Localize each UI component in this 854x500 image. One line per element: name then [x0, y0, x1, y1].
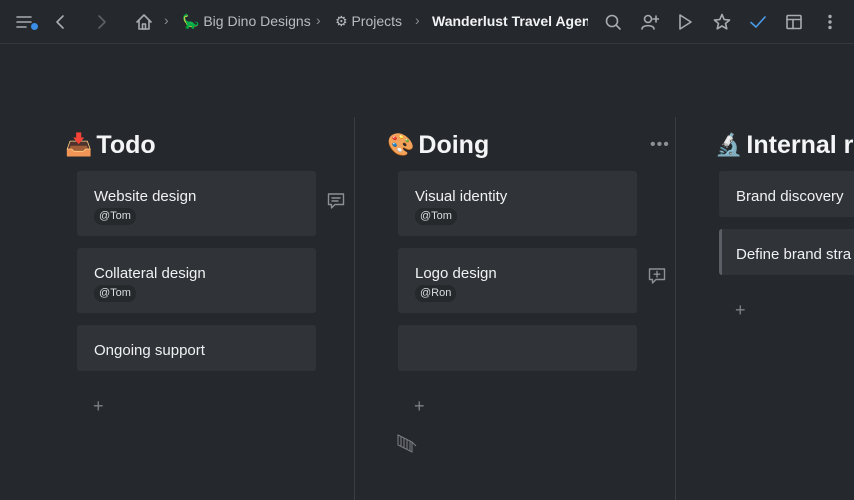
more-vertical-icon[interactable] [818, 10, 842, 34]
breadcrumb-workspace[interactable]: 🦕 Big Dino Designs [182, 13, 311, 30]
card-logo-design[interactable]: Logo design @Ron [398, 248, 637, 313]
card-collateral-design[interactable]: Collateral design @Tom [77, 248, 316, 313]
column-title-label: Doing [418, 131, 490, 159]
card-title: Collateral design [94, 265, 206, 282]
star-icon[interactable] [710, 10, 734, 34]
gear-icon: ⚙ [335, 13, 348, 29]
column-title-todo[interactable]: 📥 Todo [65, 131, 156, 160]
add-comment-icon[interactable] [647, 266, 667, 291]
column-title-doing[interactable]: 🎨 Doing [387, 131, 489, 160]
drag-ghost-icon [397, 434, 417, 453]
microscope-icon: 🔬 [715, 133, 743, 158]
add-card-button[interactable]: + [735, 301, 746, 319]
breadcrumb-label: Wanderlust Travel Agency [432, 13, 588, 29]
home-icon[interactable] [132, 10, 156, 34]
card-visual-identity[interactable]: Visual identity @Tom [398, 171, 637, 236]
card-website-design[interactable]: Website design @Tom [77, 171, 316, 236]
assignee-tag[interactable]: @Tom [94, 208, 136, 225]
search-icon[interactable] [601, 10, 625, 34]
column-title-internal[interactable]: 🔬 Internal r [715, 131, 853, 160]
notification-dot [31, 23, 38, 30]
assignee-tag[interactable]: @Tom [94, 285, 136, 302]
inbox-icon: 📥 [65, 133, 93, 158]
card-brand-discovery[interactable]: Brand discovery [719, 171, 854, 217]
breadcrumb-projects[interactable]: ⚙ Projects [335, 13, 402, 30]
card-title: Ongoing support [94, 342, 205, 359]
breadcrumb-separator: › [415, 12, 420, 28]
card-title: Logo design [415, 265, 497, 282]
card-define-brand-strategy[interactable]: Define brand stra [719, 229, 854, 275]
layout-icon[interactable] [782, 10, 806, 34]
column-title-label: Todo [96, 131, 156, 159]
check-icon[interactable] [746, 10, 770, 34]
palette-icon: 🎨 [387, 133, 415, 158]
column-options-icon[interactable]: ••• [650, 136, 670, 154]
kanban-board: 📥 Todo Website design @Tom Collateral de… [0, 45, 854, 500]
card-empty[interactable] [398, 325, 637, 371]
breadcrumb-label: Big Dino Designs [203, 13, 311, 29]
add-card-button[interactable]: + [414, 397, 425, 415]
add-card-button[interactable]: + [93, 397, 104, 415]
chevron-right-icon[interactable] [89, 10, 113, 34]
column-title-label: Internal r [746, 131, 854, 159]
add-user-icon[interactable] [638, 10, 662, 34]
breadcrumb-separator: › [164, 12, 169, 28]
assignee-tag[interactable]: @Ron [415, 285, 457, 302]
selection-indicator [719, 229, 722, 275]
breadcrumb-label: Projects [351, 13, 403, 29]
assignee-tag[interactable]: @Tom [415, 208, 457, 225]
card-title: Brand discovery [736, 188, 844, 205]
top-toolbar: › 🦕 Big Dino Designs › ⚙ Projects › Wand… [0, 0, 854, 44]
dino-icon: 🦕 [182, 13, 200, 29]
comment-icon[interactable] [326, 191, 346, 216]
play-icon[interactable] [673, 10, 697, 34]
breadcrumb-separator: › [316, 12, 321, 28]
column-divider [675, 117, 676, 500]
card-title: Website design [94, 188, 197, 205]
chevron-left-icon[interactable] [49, 10, 73, 34]
column-divider [354, 117, 355, 500]
card-title: Visual identity [415, 188, 508, 205]
card-title: Define brand stra [736, 246, 852, 263]
card-ongoing-support[interactable]: Ongoing support [77, 325, 316, 371]
menu-icon[interactable] [12, 10, 36, 34]
breadcrumb-current-page[interactable]: Wanderlust Travel Agency [432, 13, 588, 29]
